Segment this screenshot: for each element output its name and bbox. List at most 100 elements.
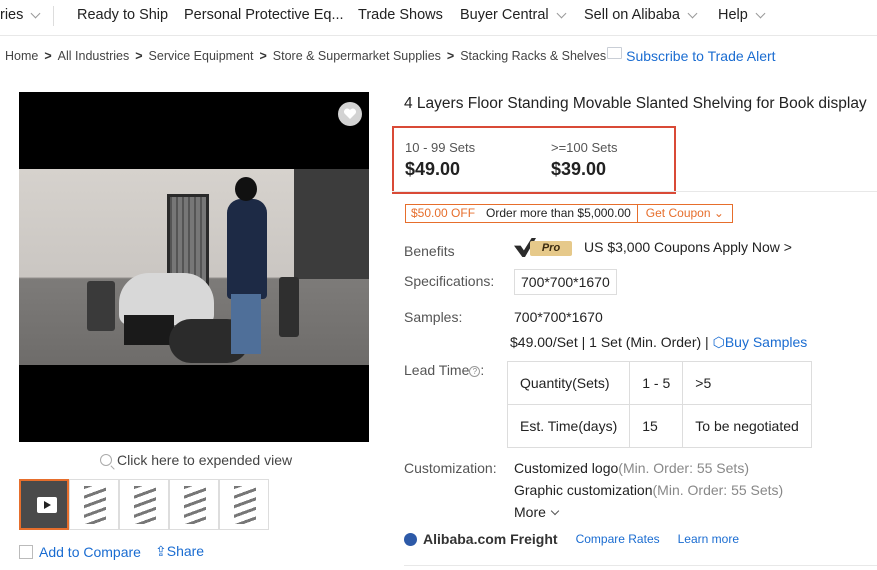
shelf-image [234,486,256,524]
thumbnail-strip [19,479,269,530]
samples-label: Samples: [404,309,463,325]
price-tier-qty: 10 - 99 Sets [405,140,476,155]
globe-icon [404,532,417,546]
add-to-compare[interactable]: Add to Compare [19,544,141,560]
nav-item-help[interactable]: Help [718,7,766,23]
lead-time-label: Lead Time?: [404,362,485,378]
breadcrumb-stacking-racks[interactable]: Stacking Racks & Shelves [460,49,606,63]
price-tiers: 10 - 99 Sets $49.00 >=100 Sets $39.00 [392,126,676,194]
coupon-condition: Order more than $5,000.00 [480,204,637,223]
table-cell: Quantity(Sets) [506,361,631,405]
shelf-image [184,486,206,524]
lead-time-text: Lead Time [404,362,470,378]
top-navigation: ries Ready to Ship Personal Protective E… [0,0,877,36]
nav-label: Trade Shows [358,7,443,23]
zoom-icon [100,454,112,466]
specification-option[interactable]: 700*700*1670 [514,269,617,295]
heart-icon [343,108,357,119]
get-coupon-button[interactable]: Get Coupon ⌄ [636,204,733,223]
table-row: Quantity(Sets) 1 - 5 >5 [506,361,812,405]
price-tier-price: $49.00 [405,159,461,179]
customization-item: Customized logo(Min. Order: 55 Sets) [514,460,749,476]
breadcrumb-service-equipment[interactable]: Service Equipment [149,49,254,63]
thumbnail-image[interactable] [119,479,169,530]
price-tier-qty: >=100 Sets [551,140,618,155]
expand-view-link[interactable]: Click here to expended view [100,452,292,468]
breadcrumb-separator: > [135,49,143,63]
pro-badge: Pro [514,238,572,257]
breadcrumb-all-industries[interactable]: All Industries [58,49,130,63]
compare-checkbox[interactable] [19,545,33,559]
chevron-down-icon [550,506,560,515]
person-legs [231,294,261,354]
person-head [235,177,257,201]
breadcrumb-store-supplies[interactable]: Store & Supermarket Supplies [273,49,441,63]
thumbnail-image[interactable] [69,479,119,530]
buy-samples-link[interactable]: ⬡Buy Samples [713,334,808,350]
shelf-panel [279,277,299,337]
nav-label: Sell on Alibaba [584,7,680,23]
freight-brand: Alibaba.com Freight [423,531,558,547]
thumbnail-image[interactable] [219,479,269,530]
coupon-amount: $50.00 OFF [405,204,481,223]
compare-label: Add to Compare [39,544,141,560]
compare-rates-link[interactable]: Compare Rates [576,532,660,546]
nav-divider [53,6,54,26]
customization-name: Graphic customization [514,482,653,498]
get-coupon-label: Get Coupon [645,206,711,220]
shelf-image [84,486,106,524]
nav-label: Ready to Ship [77,7,169,23]
nav-item-trade-shows[interactable]: Trade Shows [358,7,443,23]
nav-item-buyer-central[interactable]: Buyer Central [460,7,567,23]
buy-samples-label: Buy Samples [724,334,808,350]
more-label: More [514,504,546,520]
table-cell: >5 [682,361,812,405]
share-button[interactable]: ⇪Share [155,543,204,560]
breadcrumb-home[interactable]: Home [5,49,38,63]
video-frame [19,169,369,365]
play-icon [37,497,57,513]
breadcrumb-separator: > [44,49,52,63]
nav-item-ready-to-ship[interactable]: Ready to Ship [77,7,168,23]
specifications-label: Specifications: [404,273,495,289]
table-cell: To be negotiated [682,404,812,448]
coupon-banner: $50.00 OFF Order more than $5,000.00 Get… [405,204,733,223]
help-icon[interactable]: ? [469,366,481,377]
share-label: Share [166,543,205,559]
customization-name: Customized logo [514,460,619,476]
nav-label: Buyer Central [460,7,549,23]
product-video[interactable] [19,92,369,442]
samples-value: 700*700*1670 [514,309,603,325]
pro-tag: Pro [530,241,572,256]
thumbnail-image[interactable] [169,479,219,530]
video-background [294,169,369,279]
price-tier-price: $39.00 [551,159,607,179]
expand-view-label: Click here to expended view [117,452,293,468]
chevron-down-icon [755,8,766,18]
breadcrumb-separator: > [446,49,455,63]
thumbnail-video[interactable] [19,479,69,530]
person-figure [227,177,267,354]
person-figure [119,273,214,345]
nav-label: Help [718,7,748,23]
nav-item-categories[interactable]: ries [0,7,41,23]
more-customization-toggle[interactable]: More [514,504,560,520]
table-cell: 15 [629,404,684,448]
price-tier: >=100 Sets $39.00 [551,140,618,180]
nav-item-sell-on-alibaba[interactable]: Sell on Alibaba [584,7,698,23]
benefits-coupons: US $3,000 Coupons [584,239,711,255]
divider [404,565,877,566]
samples-price-line: $49.00/Set | 1 Set (Min. Order) | ⬡Buy S… [510,334,807,351]
learn-more-link[interactable]: Learn more [678,532,739,546]
customization-min: (Min. Order: 55 Sets) [652,482,784,498]
mail-icon [607,47,623,59]
person-legs [124,315,174,345]
chevron-down-icon [687,8,698,18]
favorite-heart-icon[interactable] [338,102,362,126]
chevron-down-icon [556,8,567,18]
shelf-panel [87,281,115,331]
samples-price: $49.00/Set | 1 Set (Min. Order) | [510,334,709,350]
nav-item-ppe[interactable]: Personal Protective Eq... [184,7,344,23]
subscribe-trade-alert-link[interactable]: Subscribe to Trade Alert [626,48,775,64]
apply-now-link[interactable]: Apply Now > [713,239,792,255]
